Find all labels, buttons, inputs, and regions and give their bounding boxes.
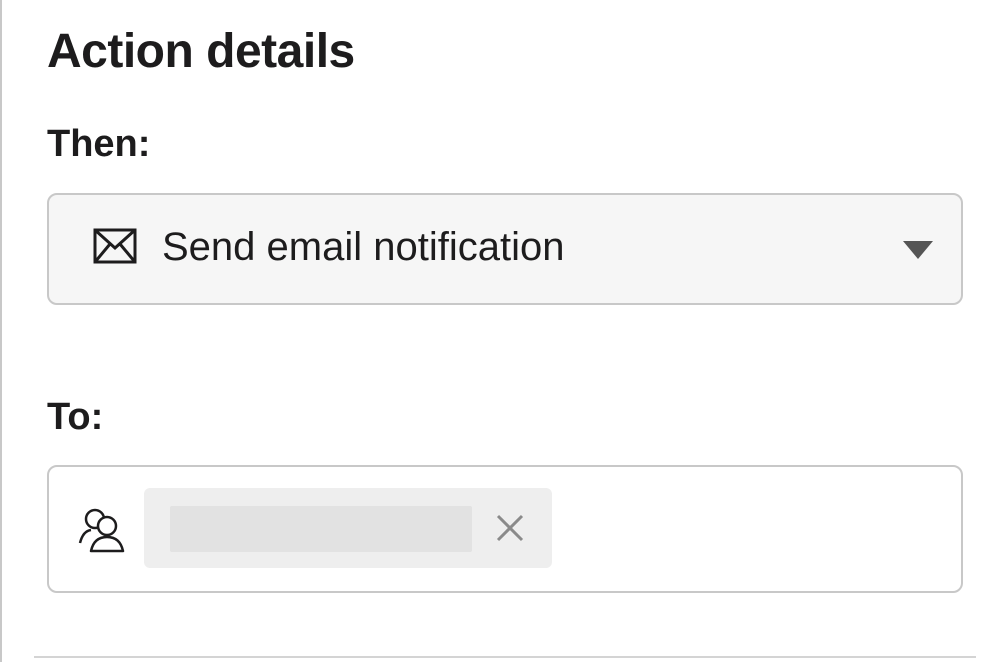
recipient-name — [170, 506, 472, 552]
panel-title: Action details — [47, 25, 355, 78]
people-icon — [78, 508, 125, 553]
mail-icon — [93, 228, 137, 264]
close-icon[interactable] — [494, 512, 526, 544]
recipient-input[interactable] — [47, 465, 963, 593]
section-divider — [34, 656, 976, 658]
selected-action-value: Send email notification — [162, 225, 565, 269]
caret-down-icon[interactable] — [903, 241, 933, 259]
action-details-panel: Action details Then: Send email notifica… — [0, 0, 1000, 662]
then-label: Then: — [47, 123, 151, 165]
recipient-chip[interactable] — [144, 488, 552, 568]
to-label: To: — [47, 396, 104, 438]
action-select[interactable]: Send email notification — [47, 193, 963, 305]
